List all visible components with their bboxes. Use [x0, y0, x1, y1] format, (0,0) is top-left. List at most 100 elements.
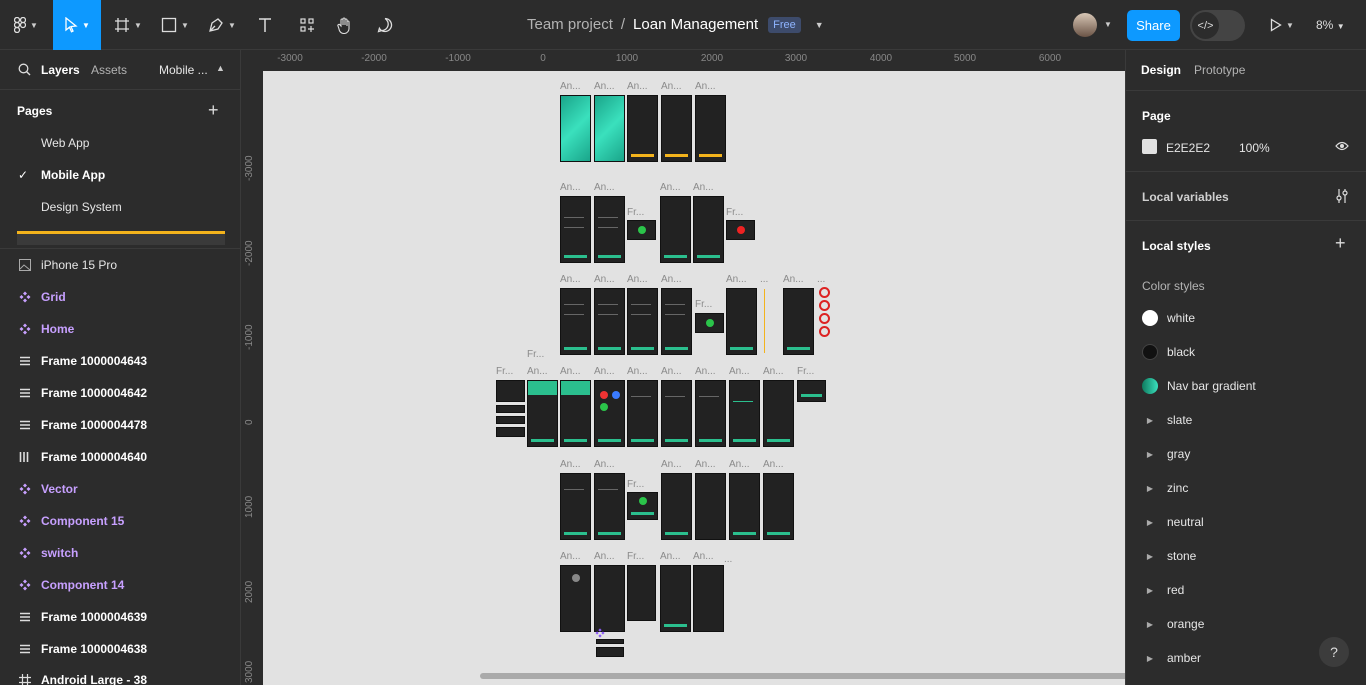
frame-label[interactable]: Fr... [726, 207, 743, 218]
move-tool-button[interactable]: ▼ [53, 0, 101, 50]
frame-label[interactable]: An... [560, 366, 581, 377]
frame-thumbnail[interactable] [693, 565, 724, 632]
frame-label[interactable]: An... [560, 551, 581, 562]
frame-thumbnail[interactable] [627, 220, 656, 240]
color-style-item[interactable]: white [1142, 301, 1362, 335]
frame-label[interactable]: An... [660, 182, 681, 193]
frame-label[interactable]: Fr... [695, 299, 712, 310]
layer-item[interactable]: Component 15 [0, 505, 240, 537]
file-menu-chevron-icon[interactable]: ▼ [815, 20, 824, 30]
page-switcher[interactable]: Mobile ... [159, 63, 208, 77]
frame-label[interactable]: Fr... [527, 349, 544, 360]
frame-label[interactable]: An... [594, 81, 615, 92]
layer-item[interactable]: Frame 1000004638 [0, 633, 240, 665]
frame-label[interactable]: An... [695, 459, 716, 470]
frame-thumbnail[interactable] [763, 380, 794, 447]
frame-thumbnail[interactable] [627, 492, 658, 520]
frame-label[interactable]: An... [627, 274, 648, 285]
tab-assets[interactable]: Assets [91, 63, 127, 77]
frame-label[interactable]: An... [560, 459, 581, 470]
frame-label[interactable]: An... [560, 182, 581, 193]
frame-thumbnail[interactable] [594, 473, 625, 540]
frame-label[interactable]: An... [661, 366, 682, 377]
frame-label[interactable]: An... [560, 274, 581, 285]
page-resize-bar[interactable] [17, 231, 225, 245]
layer-item[interactable]: Frame 1000004642 [0, 377, 240, 409]
frame-thumbnail[interactable] [560, 473, 591, 540]
frame-thumbnail[interactable] [627, 288, 658, 355]
frame-label[interactable]: An... [594, 182, 615, 193]
comment-tool-button[interactable] [372, 0, 398, 50]
color-style-group[interactable]: ▶ neutral [1142, 505, 1362, 539]
frame-label[interactable]: An... [594, 274, 615, 285]
frame-thumbnail[interactable] [594, 196, 625, 263]
tab-layers[interactable]: Layers [41, 63, 80, 77]
frame-label[interactable]: An... [763, 459, 784, 470]
avatar[interactable] [1073, 13, 1097, 37]
help-button[interactable]: ? [1319, 637, 1349, 667]
frame-label[interactable]: An... [661, 274, 682, 285]
file-name[interactable]: Loan Management [633, 16, 758, 33]
frame-thumbnail[interactable] [594, 380, 625, 447]
frame-thumbnail[interactable] [496, 427, 525, 437]
frame-thumbnail[interactable] [661, 288, 692, 355]
frame-label[interactable]: An... [560, 81, 581, 92]
frame-thumbnail[interactable] [783, 288, 814, 355]
frame-thumbnail[interactable] [695, 380, 726, 447]
layer-item[interactable]: switch [0, 537, 240, 569]
page-color-value[interactable]: E2E2E2 [1166, 141, 1210, 155]
frame-thumbnail[interactable] [594, 288, 625, 355]
frame-label[interactable]: An... [594, 459, 615, 470]
frame-label[interactable]: ... [817, 274, 825, 285]
add-style-icon[interactable]: + [1335, 233, 1346, 254]
frame-thumbnail[interactable] [496, 405, 525, 413]
hand-tool-button[interactable] [332, 0, 358, 50]
layer-item[interactable]: iPhone 15 Pro [0, 249, 240, 281]
present-button[interactable]: ▼ [1264, 0, 1300, 50]
color-style-group[interactable]: ▶ slate [1142, 403, 1362, 437]
layer-item[interactable]: Component 14 [0, 569, 240, 601]
frame-thumbnail[interactable] [627, 95, 658, 162]
frame-thumbnail[interactable] [496, 416, 525, 424]
frame-label[interactable]: Fr... [496, 366, 513, 377]
color-style-group[interactable]: ▶ red [1142, 573, 1362, 607]
share-button[interactable]: Share [1127, 10, 1180, 41]
frame-thumbnail[interactable] [596, 647, 624, 657]
layer-item[interactable]: Frame 1000004640 [0, 441, 240, 473]
frame-thumbnail[interactable] [695, 313, 724, 333]
variables-icon[interactable] [1335, 188, 1349, 204]
frame-thumbnail[interactable] [560, 196, 591, 263]
frame-label[interactable]: An... [594, 551, 615, 562]
page-item-design-system[interactable]: Design System [41, 200, 122, 214]
frame-thumbnail[interactable] [594, 95, 625, 162]
pen-tool-button[interactable]: ▼ [204, 0, 240, 50]
frame-thumbnail[interactable] [729, 473, 760, 540]
frame-thumbnail[interactable] [560, 95, 591, 162]
dev-mode-toggle[interactable]: </> [1190, 10, 1245, 41]
frame-thumbnail[interactable] [661, 95, 692, 162]
frame-thumbnail[interactable] [496, 380, 525, 402]
chevron-up-icon[interactable]: ▲ [216, 63, 225, 73]
shape-tool-button[interactable]: ▼ [157, 0, 193, 50]
frame-label[interactable]: An... [729, 459, 750, 470]
frame-label[interactable]: An... [693, 551, 714, 562]
frame-thumbnail[interactable] [594, 565, 625, 632]
frame-thumbnail[interactable] [560, 380, 591, 447]
design-canvas[interactable]: An... An... An... An... An... An... An..… [263, 71, 1125, 685]
color-style-group[interactable]: ▶ zinc [1142, 471, 1362, 505]
frame-thumbnail[interactable] [797, 380, 826, 402]
color-style-item[interactable]: black [1142, 335, 1362, 369]
frame-thumbnail[interactable] [661, 473, 692, 540]
frame-label[interactable]: An... [627, 366, 648, 377]
tab-prototype[interactable]: Prototype [1194, 63, 1245, 77]
frame-label[interactable]: An... [660, 551, 681, 562]
search-icon[interactable] [18, 63, 31, 76]
layer-item[interactable]: Grid [0, 281, 240, 313]
frame-label[interactable]: Fr... [797, 366, 814, 377]
frame-label[interactable]: An... [527, 366, 548, 377]
frame-label[interactable]: Fr... [627, 551, 644, 562]
team-name-link[interactable]: Team project [527, 16, 613, 33]
frame-thumbnail[interactable] [693, 196, 724, 263]
layer-item[interactable]: Home [0, 313, 240, 345]
frame-label[interactable]: An... [627, 81, 648, 92]
